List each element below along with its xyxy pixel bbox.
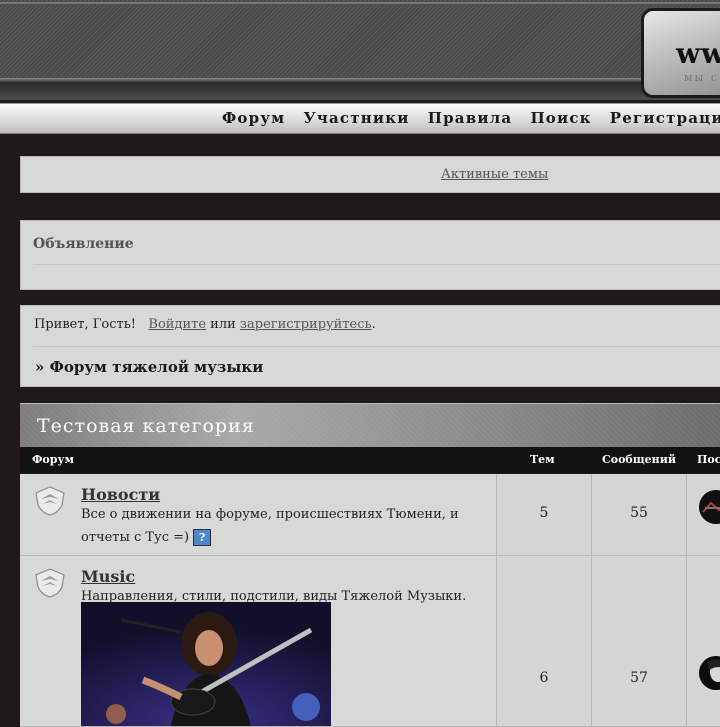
category-header: Тестовая категория [20, 403, 720, 448]
forum-row: Music Направления, стили, подстили, виды… [20, 556, 720, 727]
forum-banner-image [81, 602, 331, 726]
logo-subtext: мы с [684, 71, 719, 84]
forum-description: Все о движении на форуме, происшествиях … [81, 503, 481, 549]
login-link[interactable]: Войдите [148, 317, 206, 332]
announcement-title: Объявление [33, 236, 134, 252]
column-posts: Сообщений [602, 453, 677, 466]
forum-status-icon [35, 486, 65, 516]
main-navigation: Форум Участники Правила Поиск Регистраци… [0, 103, 720, 134]
active-topics-panel: Активные темы [20, 156, 720, 193]
posts-count: 55 [630, 505, 648, 521]
announcement-panel: Объявление [20, 220, 720, 290]
register-link[interactable]: зарегистрируйтесь [240, 317, 372, 332]
column-forum: Форум [32, 453, 75, 466]
logo-text: ww [676, 37, 720, 70]
period-text: . [371, 317, 376, 332]
announcement-divider [33, 264, 720, 265]
forum-status-icon [35, 568, 65, 598]
last-post-cell [686, 556, 720, 726]
topics-count: 6 [539, 670, 549, 686]
site-logo[interactable]: ww мы с [641, 8, 720, 98]
forum-name-link[interactable]: Music [81, 567, 135, 586]
nav-forum[interactable]: Форум [222, 109, 285, 127]
last-post-cell [686, 474, 720, 555]
posts-cell: 57 [591, 556, 686, 726]
forum-row: Новости Все о движении на форуме, происш… [20, 474, 720, 556]
active-topics-link[interactable]: Активные темы [441, 167, 548, 182]
nav-register[interactable]: Регистрация [610, 109, 720, 127]
nav-rules[interactable]: Правила [428, 109, 513, 127]
nav-members[interactable]: Участники [303, 109, 409, 127]
posts-count: 57 [630, 670, 648, 686]
welcome-divider [33, 346, 720, 347]
last-poster-avatar[interactable] [699, 656, 720, 690]
column-topics: Тем [530, 453, 555, 466]
or-text: или [210, 317, 236, 332]
forum-table-header: Форум Тем Сообщений Пос [20, 447, 720, 473]
help-icon[interactable]: ? [193, 529, 212, 546]
header-band [0, 82, 720, 100]
posts-cell: 55 [591, 474, 686, 555]
nav-search[interactable]: Поиск [530, 109, 591, 127]
header-top-line [0, 2, 720, 4]
greeting-text: Привет, Гость! [34, 317, 137, 332]
forum-description-text: Все о движении на форуме, происшествиях … [81, 507, 459, 545]
breadcrumb[interactable]: » Форум тяжелой музыки [35, 358, 263, 376]
topics-cell: 5 [496, 474, 591, 555]
category-title[interactable]: Тестовая категория [37, 415, 255, 437]
last-poster-avatar[interactable] [699, 490, 720, 524]
site-header: ww мы с [0, 0, 720, 100]
welcome-panel: Привет, Гость! Войдите или зарегистрируй… [20, 305, 720, 387]
column-last-post: Пос [697, 453, 720, 466]
forum-name-link[interactable]: Новости [81, 485, 160, 504]
welcome-message: Привет, Гость! Войдите или зарегистрируй… [34, 317, 376, 332]
topics-cell: 6 [496, 556, 591, 726]
topics-count: 5 [539, 505, 549, 521]
